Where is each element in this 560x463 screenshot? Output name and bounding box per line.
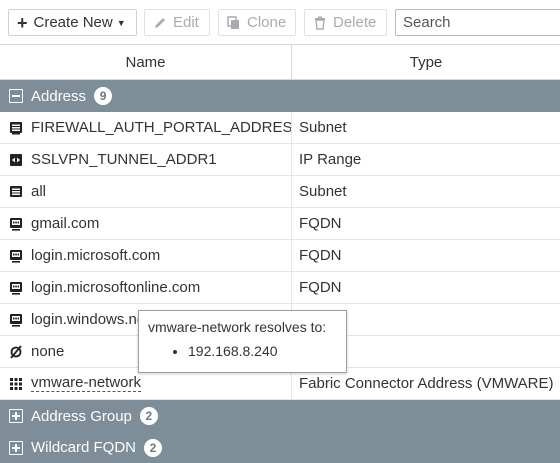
table-row[interactable]: login.microsoft.com FQDN [0,240,560,272]
column-header-type[interactable]: Type [292,45,560,79]
row-type: FQDN [299,279,342,296]
tooltip-title: vmware-network resolves to: [148,319,327,335]
table-header: Name Type [0,44,560,80]
row-name: FIREWALL_AUTH_PORTAL_ADDRESS [31,119,292,136]
fqdn-icon [9,281,23,295]
group-wildcard-fqdn[interactable]: Wildcard FQDN 2 [0,432,560,463]
resolve-tooltip: vmware-network resolves to: 192.168.8.24… [138,310,347,373]
count-badge: 2 [139,407,158,425]
trash-icon [315,16,325,30]
row-type: Subnet [299,119,347,136]
create-new-button[interactable]: + Create New ▼ [8,9,137,36]
fabric-connector-icon [9,377,23,391]
row-type: FQDN [299,247,342,264]
fqdn-icon [9,313,23,327]
none-icon [9,344,23,359]
ip-range-icon [9,153,23,167]
pencil-icon [155,17,165,28]
tooltip-list: 192.168.8.240 [148,343,337,359]
clone-label: Clone [247,14,287,31]
row-name: login.windows.net [31,311,150,328]
subnet-icon [9,185,23,199]
subnet-icon [9,121,23,135]
row-type: FQDN [299,215,342,232]
table-row[interactable]: login.microsoftonline.com FQDN [0,272,560,304]
group-address[interactable]: Address 9 [0,80,560,112]
row-name: login.microsoft.com [31,247,161,264]
expand-icon[interactable] [9,440,23,455]
group-label: Address Group [31,407,132,425]
row-name: login.microsoftonline.com [31,279,201,296]
edit-label: Edit [173,14,199,31]
row-type: Subnet [299,183,347,200]
caret-down-icon: ▼ [116,17,126,28]
fqdn-icon [9,217,23,231]
tooltip-item: 192.168.8.240 [188,343,337,359]
clone-button[interactable]: Clone [218,9,296,36]
row-name[interactable]: vmware-network [31,375,142,392]
count-badge: 2 [144,438,163,457]
collapse-icon[interactable] [9,89,23,103]
plus-icon: + [17,12,28,33]
group-label: Wildcard FQDN [31,439,137,456]
group-address-group[interactable]: Address Group 2 [0,400,560,432]
count-badge: 9 [94,87,113,105]
column-header-name[interactable]: Name [0,45,292,79]
row-name: gmail.com [31,215,100,232]
table-row[interactable]: gmail.com FQDN [0,208,560,240]
table-row[interactable]: all Subnet [0,176,560,208]
delete-button[interactable]: Delete [304,9,387,36]
row-name: all [31,183,47,200]
row-type: IP Range [299,151,362,168]
search-input[interactable] [395,9,560,36]
create-new-label: Create New [33,14,113,31]
expand-icon[interactable] [9,409,23,423]
edit-button[interactable]: Edit [144,9,210,36]
table-row[interactable]: FIREWALL_AUTH_PORTAL_ADDRESS Subnet [0,112,560,144]
row-name: none [31,343,65,360]
table-row[interactable]: SSLVPN_TUNNEL_ADDR1 IP Range [0,144,560,176]
group-label: Address [31,87,87,105]
delete-label: Delete [333,14,377,31]
row-name: SSLVPN_TUNNEL_ADDR1 [31,151,217,168]
fqdn-icon [9,249,23,263]
clone-icon [227,15,239,29]
toolbar: + Create New ▼ Edit Clone Delete [0,0,560,44]
